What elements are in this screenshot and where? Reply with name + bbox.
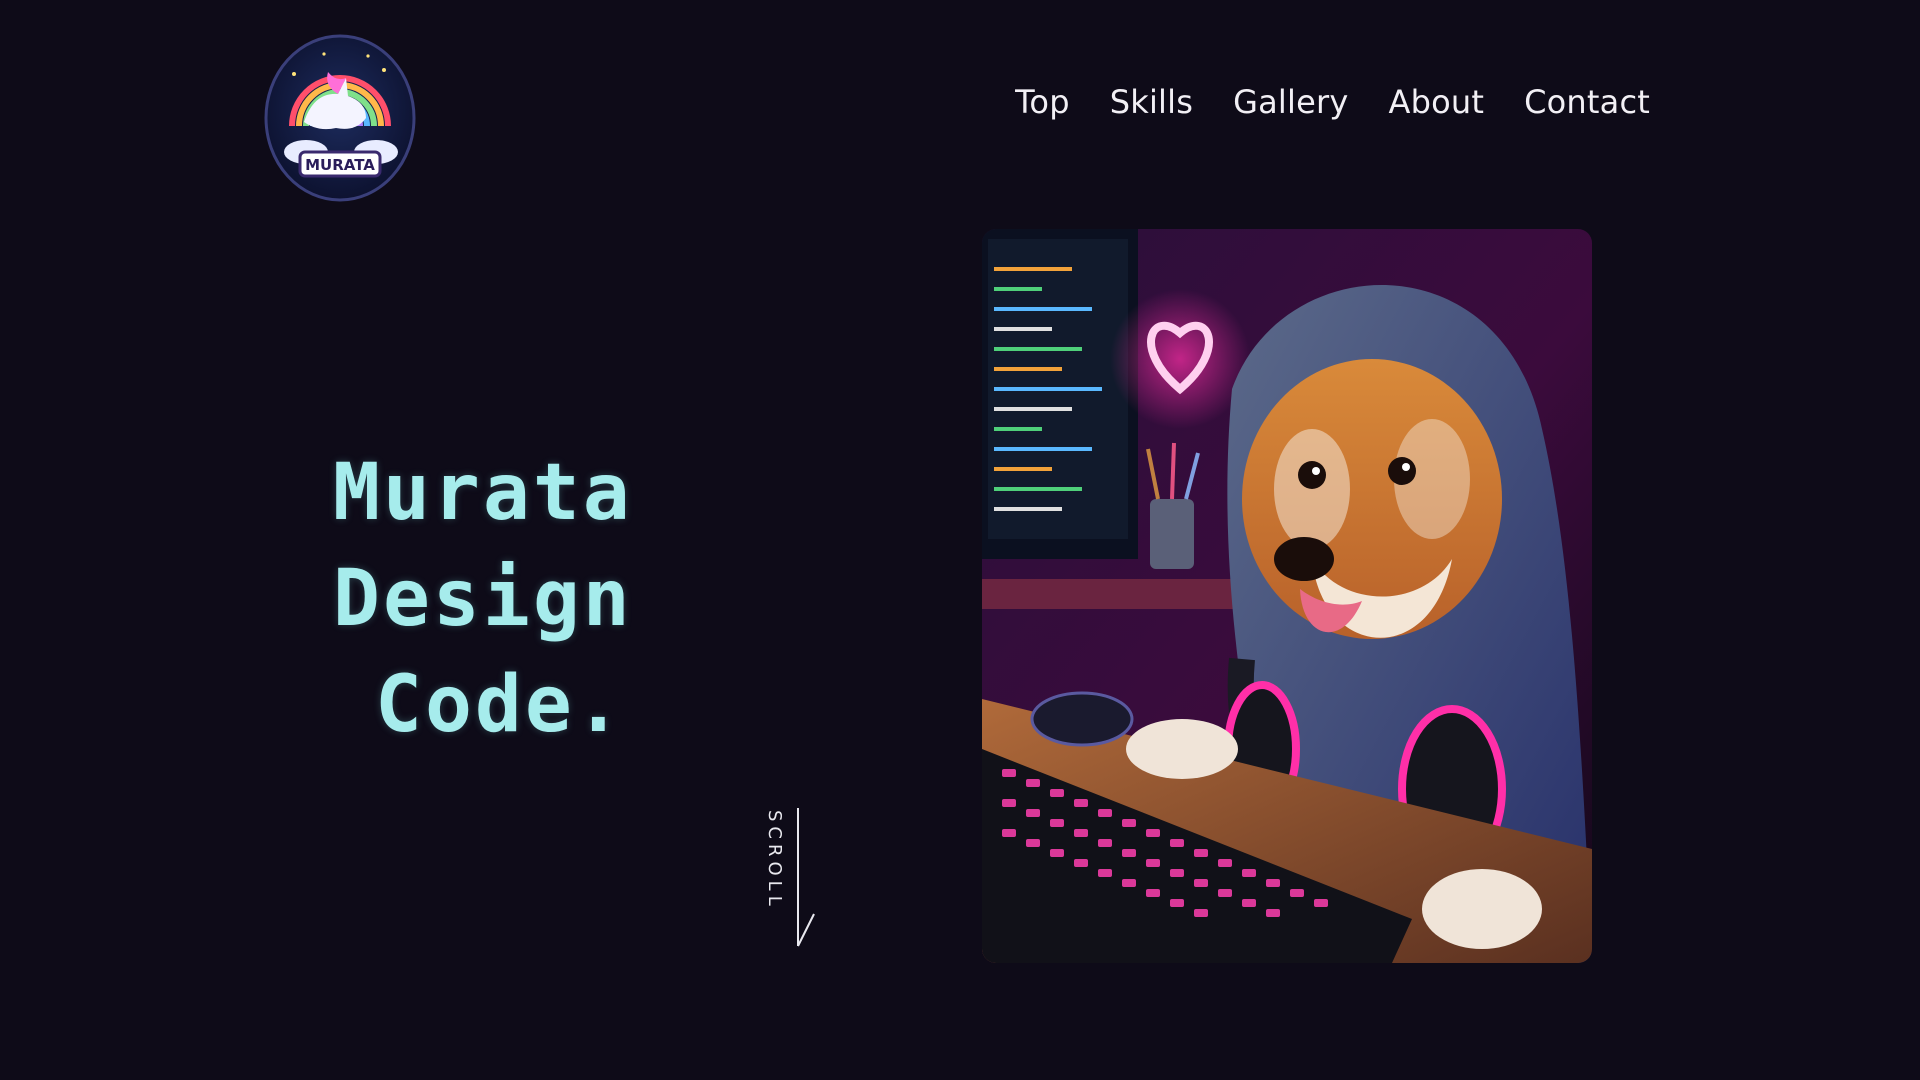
hero-image [982,229,1592,963]
nav-link-about[interactable]: About [1388,83,1484,121]
site-logo[interactable]: MURATA [264,34,416,202]
hero-title: Murata Design Code. [333,440,633,758]
nav-list: Top Skills Gallery About Contact [1015,82,1650,122]
nav-link-top[interactable]: Top [1015,83,1070,121]
hero-title-line-2: Design [333,554,633,644]
nav-link-gallery[interactable]: Gallery [1233,83,1348,121]
scroll-arrow-icon [797,808,815,947]
scroll-indicator[interactable]: SCROLL [758,808,822,958]
unicorn-rainbow-logo-icon: MURATA [264,34,416,202]
svg-text:MURATA: MURATA [305,156,375,174]
shiba-dog-coder-illustration-icon [982,229,1592,963]
scroll-label: SCROLL [764,810,785,911]
hero-title-line-1: Murata [333,448,633,538]
nav-link-skills[interactable]: Skills [1110,83,1193,121]
hero-title-line-3: Code. [375,660,625,750]
nav-link-contact[interactable]: Contact [1524,83,1650,121]
